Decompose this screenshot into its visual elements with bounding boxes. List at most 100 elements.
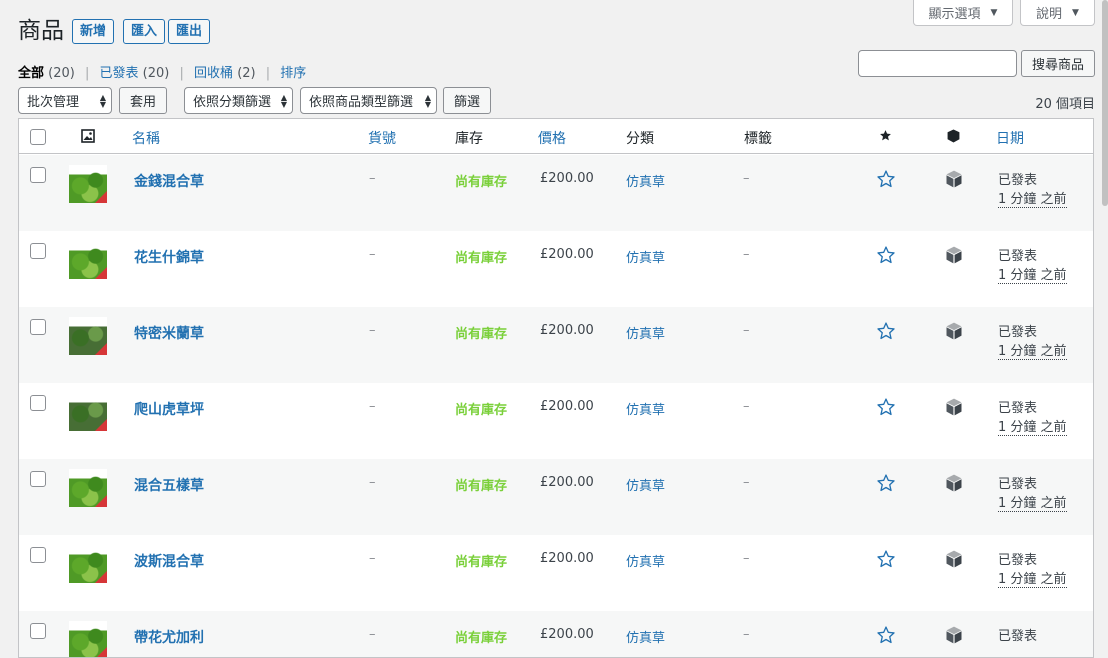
select-arrows-icon: ▲ ▼ (99, 93, 106, 109)
product-sku: – (369, 551, 376, 566)
view-all[interactable]: 全部 (18, 66, 44, 81)
stock-status: 尚有庫存 (455, 251, 508, 266)
table-row: 爬山虎草坪 – 尚有庫存 £200.00 仿真草 – 已發表 1 分鐘 之前 (19, 383, 1093, 459)
publish-status-label: 已發表 (998, 553, 1038, 568)
column-stock: 庫存 (455, 131, 483, 147)
view-published-count: (20) (142, 66, 170, 81)
category-filter-select[interactable]: 依照分類篩選 ▲ ▼ (184, 87, 293, 114)
row-checkbox[interactable] (30, 167, 46, 183)
status-views: 全部 (20) | 已發表 (20) | 回收桶 (2) | 排序 (18, 62, 306, 81)
publish-time: 1 分鐘 之前 (998, 572, 1067, 588)
featured-star-icon[interactable] (879, 129, 892, 142)
image-icon (81, 129, 95, 143)
product-category-link[interactable]: 仿真草 (626, 551, 665, 570)
product-sku: – (369, 247, 376, 262)
bulk-actions-select[interactable]: 批次管理 ▲ ▼ (18, 87, 112, 114)
product-category-link[interactable]: 仿真草 (626, 323, 665, 342)
publish-status: 已發表 1 分鐘 之前 (998, 475, 1067, 513)
bulk-actions-value: 批次管理 (27, 95, 80, 110)
row-checkbox[interactable] (30, 319, 46, 335)
view-trash[interactable]: 回收桶 (194, 66, 233, 81)
featured-star-icon[interactable] (876, 397, 896, 417)
table-row: 金錢混合草 – 尚有庫存 £200.00 仿真草 – 已發表 1 分鐘 之前 (19, 155, 1093, 231)
product-thumbnail[interactable] (69, 317, 107, 355)
product-tags: – (743, 399, 750, 414)
items-count: 20 個項目 (1035, 97, 1095, 112)
search-input[interactable] (858, 50, 1017, 77)
featured-star-icon[interactable] (876, 321, 896, 341)
select-all-checkbox[interactable] (30, 129, 46, 145)
table-row: 特密米蘭草 – 尚有庫存 £200.00 仿真草 – 已發表 1 分鐘 之前 (19, 307, 1093, 383)
row-checkbox[interactable] (30, 395, 46, 411)
product-type-cube-icon (944, 397, 964, 417)
help-tab[interactable]: 說明 ▼ (1020, 0, 1095, 26)
publish-time: 1 分鐘 之前 (998, 420, 1067, 436)
publish-time: 1 分鐘 之前 (998, 268, 1067, 284)
product-tags: – (743, 323, 750, 338)
publish-status: 已發表 1 分鐘 之前 (998, 323, 1067, 361)
product-name-link[interactable]: 爬山虎草坪 (134, 399, 204, 419)
select-arrows-icon: ▲ ▼ (424, 93, 431, 109)
product-category-link[interactable]: 仿真草 (626, 475, 665, 494)
publish-status-label: 已發表 (998, 629, 1038, 644)
row-checkbox[interactable] (30, 243, 46, 259)
view-published[interactable]: 已發表 (100, 66, 139, 81)
screen-options-tab[interactable]: 顯示選項 ▼ (913, 0, 1013, 26)
publish-status-label: 已發表 (998, 477, 1038, 492)
stock-status: 尚有庫存 (455, 175, 508, 190)
column-sku[interactable]: 貨號 (368, 128, 396, 148)
product-category-link[interactable]: 仿真草 (626, 247, 665, 266)
publish-time: 1 分鐘 之前 (998, 344, 1067, 360)
product-thumbnail[interactable] (69, 469, 107, 507)
featured-star-icon[interactable] (876, 625, 896, 645)
apply-button[interactable]: 套用 (119, 87, 167, 114)
publish-time: 1 分鐘 之前 (998, 496, 1067, 512)
products-table: 名稱 貨號 庫存 價格 分類 標籤 日期 金錢混合草 – 尚有庫存 £200.00 仿真… (18, 118, 1094, 658)
product-tags: – (743, 475, 750, 490)
product-price: £200.00 (540, 399, 594, 414)
product-sku: – (369, 399, 376, 414)
add-new-button[interactable]: 新增 (72, 19, 115, 44)
publish-status: 已發表 1 分鐘 之前 (998, 399, 1067, 437)
product-thumbnail[interactable] (69, 545, 107, 583)
product-thumbnail[interactable] (69, 393, 107, 431)
row-checkbox[interactable] (30, 547, 46, 563)
product-name-link[interactable]: 花生什錦草 (134, 247, 204, 267)
separator: | (179, 66, 184, 81)
table-row: 混合五樣草 – 尚有庫存 £200.00 仿真草 – 已發表 1 分鐘 之前 (19, 459, 1093, 535)
product-type-filter-select[interactable]: 依照商品類型篩選 ▲ ▼ (300, 87, 437, 114)
column-date[interactable]: 日期 (996, 128, 1024, 148)
export-button[interactable]: 匯出 (168, 19, 211, 44)
product-name-link[interactable]: 金錢混合草 (134, 171, 204, 191)
product-name-link[interactable]: 波斯混合草 (134, 551, 204, 571)
featured-star-icon[interactable] (876, 549, 896, 569)
publish-status: 已發表 1 分鐘 之前 (998, 171, 1067, 209)
import-button[interactable]: 匯入 (123, 19, 166, 44)
product-tags: – (743, 171, 750, 186)
column-name[interactable]: 名稱 (132, 128, 160, 148)
product-name-link[interactable]: 混合五樣草 (134, 475, 204, 495)
column-price[interactable]: 價格 (538, 128, 566, 148)
product-category-link[interactable]: 仿真草 (626, 627, 665, 646)
featured-star-icon[interactable] (876, 245, 896, 265)
product-thumbnail[interactable] (69, 241, 107, 279)
featured-star-icon[interactable] (876, 473, 896, 493)
filter-button[interactable]: 篩選 (443, 87, 491, 114)
view-sorting[interactable]: 排序 (280, 66, 306, 81)
stock-status: 尚有庫存 (455, 403, 508, 418)
product-sku: – (369, 171, 376, 186)
featured-star-icon[interactable] (876, 169, 896, 189)
product-category-link[interactable]: 仿真草 (626, 171, 665, 190)
row-checkbox[interactable] (30, 471, 46, 487)
publish-status: 已發表 1 分鐘 之前 (998, 247, 1067, 285)
product-name-link[interactable]: 特密米蘭草 (134, 323, 204, 343)
row-checkbox[interactable] (30, 623, 46, 639)
product-category-link[interactable]: 仿真草 (626, 399, 665, 418)
publish-status-label: 已發表 (998, 249, 1038, 264)
product-type-cube-icon (944, 245, 964, 265)
page-scrollbar[interactable] (1102, 0, 1108, 206)
product-name-link[interactable]: 帶花尤加利 (134, 627, 204, 647)
product-thumbnail[interactable] (69, 165, 107, 203)
search-products-button[interactable]: 搜尋商品 (1021, 50, 1095, 77)
stock-status: 尚有庫存 (455, 327, 508, 342)
